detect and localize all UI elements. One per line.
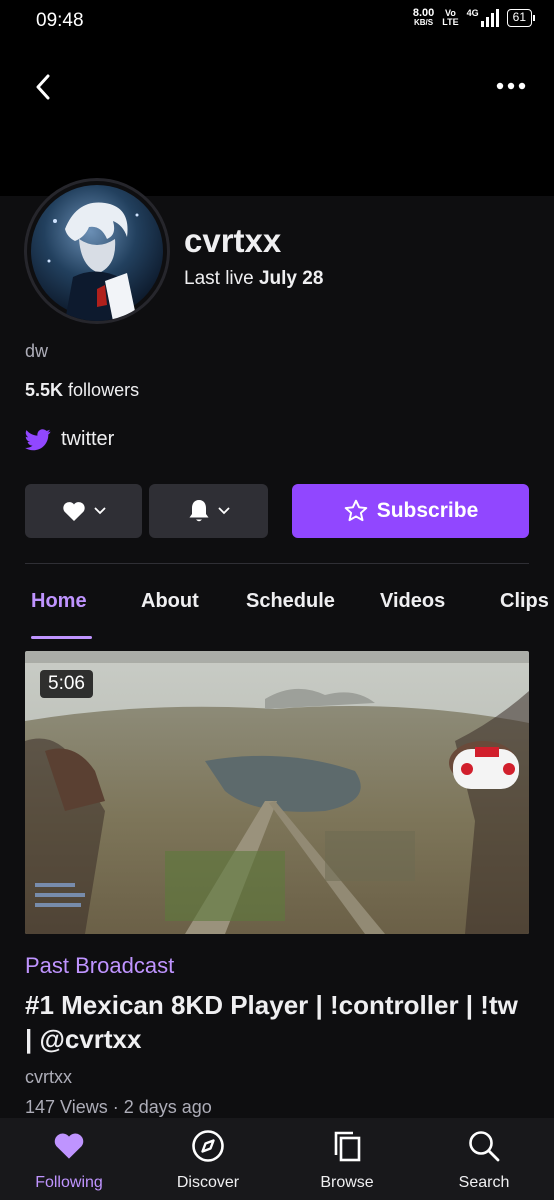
network-type: 4G: [466, 8, 479, 18]
tab-home[interactable]: Home: [31, 590, 87, 613]
chevron-down-icon: [218, 507, 229, 515]
nav-browse[interactable]: Browse: [292, 1128, 402, 1192]
chevron-left-icon: [36, 74, 50, 100]
active-tab-indicator: [31, 636, 92, 639]
signal-icon: 4G: [467, 9, 499, 27]
net-speed-value: 8.00: [412, 7, 435, 19]
status-bar: 09:48 8.00 KB/S Vo LTE 4G 61: [0, 0, 554, 44]
tab-about[interactable]: About: [141, 590, 199, 613]
battery-icon: 61: [506, 9, 536, 27]
followers-number: 5.5K: [25, 380, 64, 400]
channel-name: cvrtxx: [184, 222, 282, 259]
subscribe-button[interactable]: Subscribe: [292, 484, 529, 538]
nav-following[interactable]: Following: [14, 1128, 124, 1192]
nav-search[interactable]: Search: [429, 1128, 539, 1192]
status-icons: 8.00 KB/S Vo LTE 4G 61: [413, 8, 536, 28]
bell-icon: [189, 500, 208, 522]
nav-search-label: Search: [458, 1174, 510, 1191]
volte-icon: Vo LTE: [442, 9, 458, 27]
bottom-nav: Following Discover Browse Search: [0, 1118, 554, 1200]
followers-count: 5.5K followers: [25, 380, 139, 401]
video-duration-badge: 5:06: [40, 670, 93, 698]
heart-icon: [54, 1133, 84, 1159]
video-thumbnail[interactable]: [25, 651, 529, 934]
thumbnail-image: [25, 651, 529, 934]
notifications-button[interactable]: [149, 484, 268, 538]
twitter-link[interactable]: twitter: [25, 428, 114, 451]
twitter-icon: [25, 428, 51, 450]
nav-following-label: Following: [35, 1174, 103, 1191]
channel-bio: dw: [25, 341, 49, 361]
last-live-prefix: Last live: [184, 268, 254, 289]
channel-banner: [0, 44, 554, 196]
follow-button[interactable]: [25, 484, 142, 538]
net-speed: 8.00 KB/S: [413, 8, 434, 28]
channel-tabs: Home About Schedule Videos Clips: [0, 590, 554, 640]
star-icon: [344, 499, 367, 522]
twitter-label: twitter: [61, 428, 115, 450]
status-time: 09:48: [36, 10, 84, 31]
more-dots-icon: [496, 82, 526, 90]
tab-clips[interactable]: Clips: [500, 590, 549, 613]
divider: [25, 563, 529, 564]
video-title[interactable]: #1 Mexican 8KD Player | !controller | !t…: [25, 988, 529, 1056]
followers-label: followers: [68, 380, 140, 400]
video-type-label: Past Broadcast: [25, 953, 175, 978]
nav-browse-label: Browse: [320, 1174, 374, 1191]
heart-icon: [62, 501, 85, 521]
tab-videos[interactable]: Videos: [380, 590, 445, 613]
last-live-status: Last live July 28: [184, 268, 323, 290]
video-channel-name[interactable]: cvrtxx: [25, 1067, 72, 1088]
avatar-image: [31, 185, 163, 321]
chevron-down-icon: [94, 507, 105, 515]
battery-level: 61: [512, 10, 526, 24]
tab-schedule[interactable]: Schedule: [246, 590, 335, 613]
back-button[interactable]: [28, 72, 58, 102]
more-options-button[interactable]: [494, 74, 528, 98]
nav-discover-label: Discover: [176, 1174, 240, 1191]
avatar[interactable]: [24, 178, 170, 324]
last-live-date: July 28: [258, 268, 324, 289]
compass-icon: [192, 1130, 224, 1162]
subscribe-label: Subscribe: [376, 499, 479, 522]
volte-bottom: LTE: [442, 17, 459, 27]
net-speed-unit: KB/S: [414, 18, 434, 27]
nav-discover[interactable]: Discover: [153, 1128, 263, 1192]
browse-icon: [334, 1131, 361, 1162]
search-icon: [469, 1131, 500, 1162]
video-meta: 147 Views · 2 days ago: [25, 1097, 212, 1117]
